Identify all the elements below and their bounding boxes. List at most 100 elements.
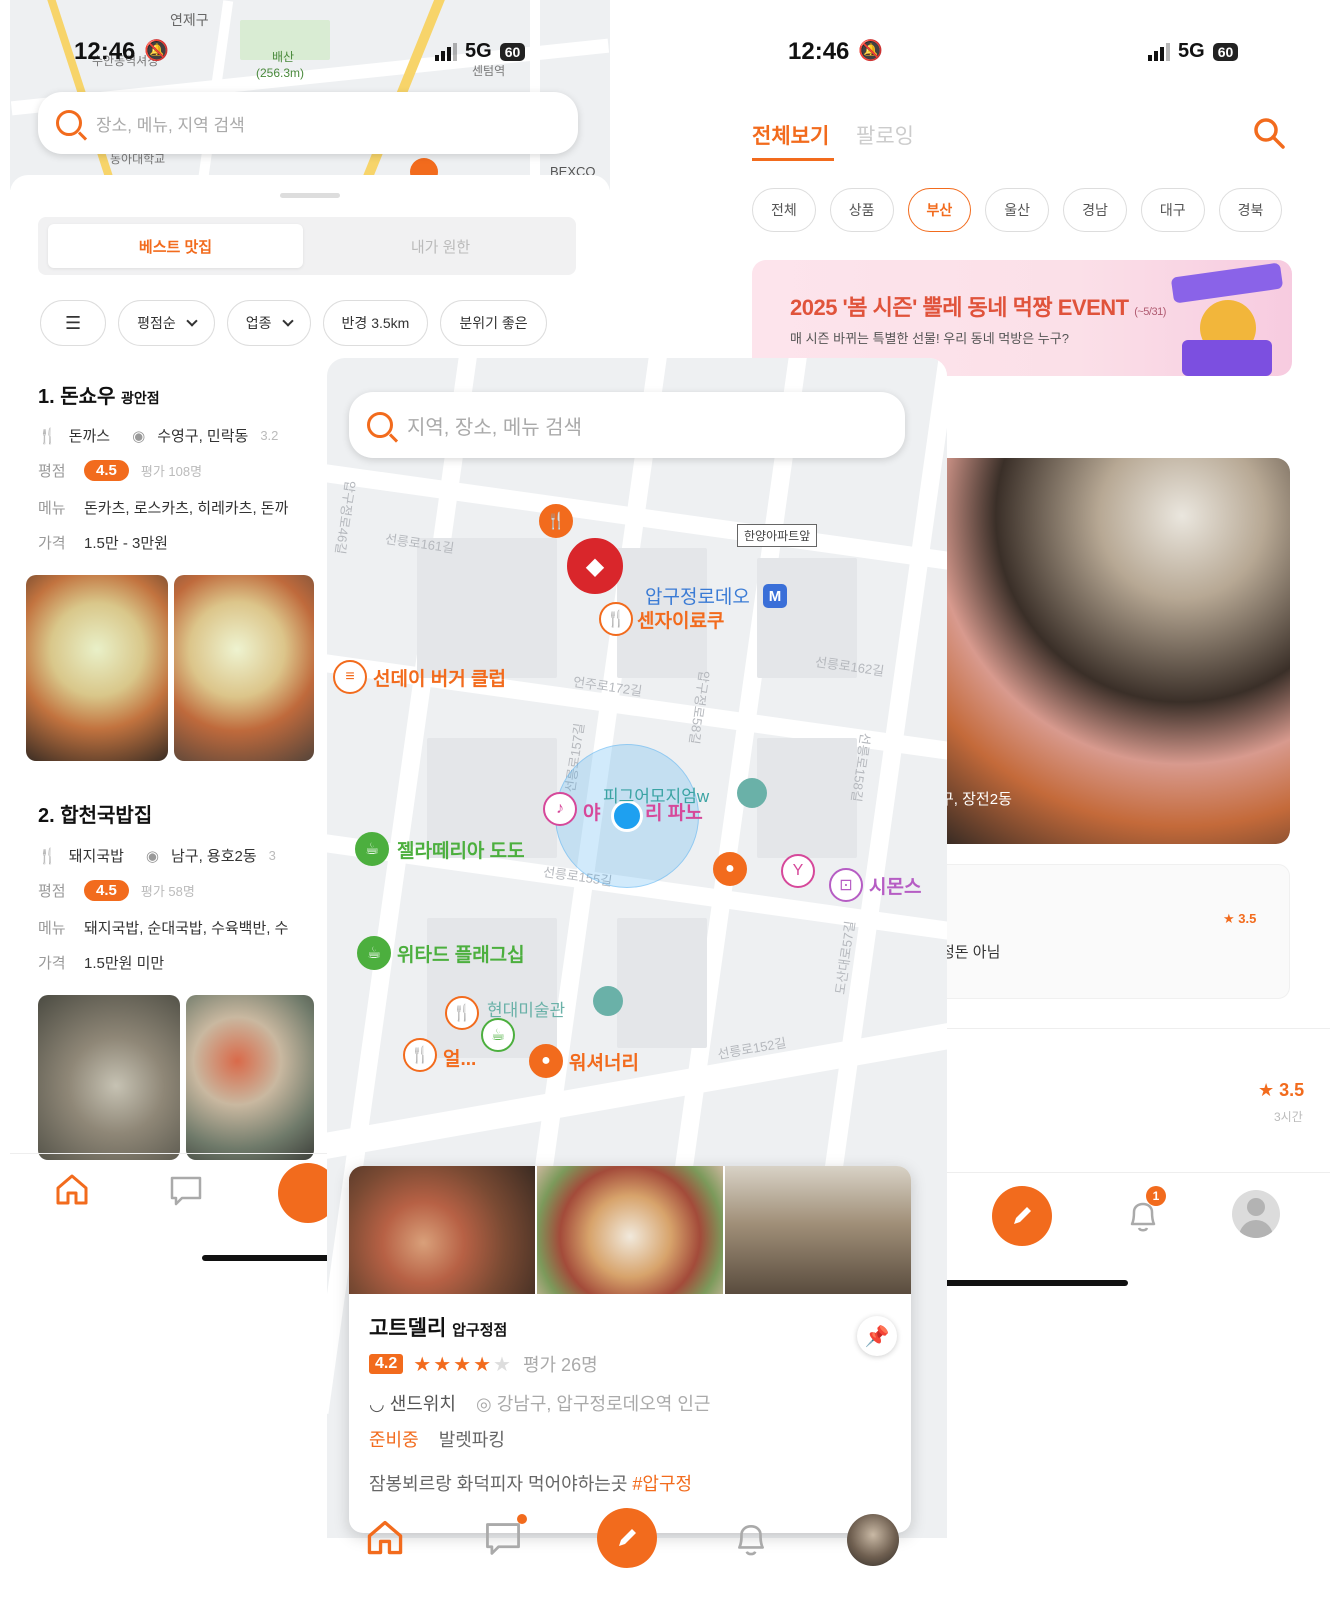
place-branch: 압구정점 [452, 1322, 508, 1339]
chat-icon[interactable] [168, 1174, 204, 1208]
segment-mine[interactable]: 내가 원한 [313, 224, 568, 268]
price-label: 가격 [38, 955, 66, 972]
restaurant-photo[interactable] [174, 575, 314, 761]
price-value: 1.5만원 미만 [84, 955, 165, 972]
restaurant-title: 2. 합천국밥집 [38, 799, 152, 828]
chat-dot-badge [517, 1514, 527, 1524]
place-photo[interactable] [349, 1166, 535, 1294]
segment-best[interactable]: 베스트 맛집 [48, 224, 303, 268]
region-chip[interactable]: 경북 [1218, 188, 1283, 232]
profile-icon[interactable] [1232, 1190, 1280, 1238]
post-photo[interactable]: 구, 장전2동 [930, 458, 1290, 844]
place-photo[interactable] [537, 1166, 723, 1294]
restaurant-pin[interactable]: ● [529, 1044, 563, 1078]
chevron-down-icon [186, 315, 198, 327]
cafe-pin[interactable]: ☕ [357, 936, 391, 970]
home-icon[interactable] [365, 1518, 405, 1556]
place-label: 젤라떼리아 도도 [397, 841, 525, 862]
left-search-bar[interactable]: 장소, 메뉴, 지역 검색 [38, 92, 578, 154]
status-right: 5G 60 [435, 40, 526, 63]
bus-stop-label[interactable]: 한양아파트앞 [737, 524, 818, 547]
restaurant-pin[interactable]: 🍴 [539, 504, 573, 538]
category-dropdown[interactable]: 업종 [226, 300, 311, 346]
location-pin-icon: ◎ [475, 1394, 492, 1414]
restaurant-distance: 3 [268, 848, 276, 863]
gift-base-icon [1182, 340, 1272, 376]
cafe-icon: ☕ [366, 945, 382, 962]
cafe-pin[interactable]: ☕ [481, 1018, 515, 1052]
center-search-bar[interactable]: 지역, 장소, 메뉴 검색 [349, 392, 905, 458]
search-icon[interactable] [1252, 116, 1286, 150]
restaurant-name: 2. 합천국밥집 [38, 805, 153, 827]
signal-icon [435, 42, 457, 61]
restaurant-pin[interactable]: ● [713, 852, 747, 886]
place-photo[interactable] [725, 1166, 911, 1294]
mood-chip[interactable]: 분위기 좋은 [440, 300, 547, 346]
location-pin-icon: ◉ [132, 427, 146, 445]
region-chip[interactable]: 경남 [1063, 188, 1127, 232]
left-map[interactable]: 연제구 배산 (256.3m) 수안동역셔청 센텀역 동아대학교 BEXCO 1… [10, 0, 610, 190]
radius-chip[interactable]: 반경 3.5km [322, 300, 429, 346]
write-button[interactable] [992, 1186, 1052, 1246]
restaurant-photo[interactable] [38, 995, 180, 1160]
review-card[interactable]: ★ 3.5 정돈 아님 [930, 864, 1290, 999]
region-chip[interactable]: 상품 [829, 188, 894, 232]
restaurant-rating-row: 평점 4.5 평가 58명 [38, 880, 195, 901]
selected-restaurant-pin[interactable]: ◆ [567, 538, 623, 594]
home-icon[interactable] [54, 1172, 90, 1206]
burger-pin[interactable]: ≡ [333, 660, 367, 694]
sort-dropdown[interactable]: 평점순 [118, 300, 215, 346]
filter-icon: ☰ [65, 312, 82, 333]
sort-label: 평점순 [137, 315, 176, 331]
restaurant-photo[interactable] [26, 575, 168, 761]
place-hashtag[interactable]: #압구정 [632, 1474, 692, 1494]
write-button[interactable] [597, 1508, 657, 1568]
place-status: 준비중 [369, 1430, 419, 1450]
cafe-pin[interactable]: ☕ [355, 832, 389, 866]
place-card[interactable]: 고트델리 압구정점 📌 4.2 ★★★★★ 평가 26명 ◡ 샌드위치 ◎ 강남… [349, 1166, 911, 1533]
region-chip[interactable]: 울산 [985, 188, 1050, 232]
bar-pin[interactable]: Y [781, 854, 815, 888]
restaurant-photo[interactable] [186, 995, 314, 1160]
fork-knife-icon: 🍴 [38, 427, 57, 445]
tab-following[interactable]: 팔로잉 [856, 120, 914, 150]
restaurant-location: 남구, 용호2동 [170, 848, 257, 865]
region-chip[interactable]: 대구 [1140, 188, 1205, 232]
bowl-icon: ● [541, 1052, 551, 1069]
place-desc-text: 잠봉뵈르랑 화덕피자 먹어야하는곳 [369, 1474, 628, 1494]
restaurant-menu-row: 메뉴 돈카츠, 로스카츠, 히레카츠, 돈까 [38, 497, 288, 518]
bowl-icon: ◆ [585, 552, 605, 580]
museum-icon[interactable] [737, 778, 767, 808]
banner-period: (~5/31) [1134, 306, 1166, 318]
region-chip[interactable]: 전체 [752, 188, 816, 232]
pin-save-button[interactable]: 📌 [857, 1316, 897, 1356]
region-chips: 전체 상품 부산 울산 경남 대구 경북 [752, 188, 1283, 232]
region-chip[interactable]: 부산 [907, 188, 972, 232]
restaurant-pin[interactable]: 🍴 [599, 602, 633, 636]
rating-label: 평점 [38, 883, 66, 900]
bell-icon[interactable] [733, 1520, 769, 1558]
metro-icon: M [763, 584, 787, 608]
pushpin-icon: 📌 [864, 1325, 890, 1348]
place-description: 잠봉뵈르랑 화덕피자 먹어야하는곳 #압구정 [369, 1470, 692, 1496]
bowl-icon: ● [725, 860, 735, 877]
search-icon [56, 110, 82, 136]
star-icon: ★ [1258, 1080, 1280, 1100]
restaurant-meta: 🍴 돈까스 ◉ 수영구, 민락동 3.2 [38, 425, 278, 446]
restaurant-pin[interactable]: 🍴 [445, 996, 479, 1030]
fork-knife-icon: 🍴 [38, 847, 57, 865]
tab-all[interactable]: 전체보기 [752, 120, 829, 150]
fork-knife-icon: 🍴 [546, 513, 566, 530]
profile-avatar[interactable] [847, 1514, 899, 1566]
bar-pin[interactable]: ♪ [543, 792, 577, 826]
filter-settings-button[interactable]: ☰ [40, 300, 107, 346]
menu-value: 돈카츠, 로스카츠, 히레카츠, 돈까 [84, 500, 289, 517]
museum-icon[interactable] [593, 986, 623, 1016]
chat-icon[interactable] [483, 1520, 523, 1558]
restaurant-pin[interactable]: 🍴 [403, 1038, 437, 1072]
place-rating-count: 평가 26명 [522, 1355, 598, 1375]
street-label: 압구정로46길 [332, 479, 358, 556]
shop-pin[interactable]: ⊡ [829, 868, 863, 902]
bowl-icon: ◡ [369, 1394, 385, 1414]
sheet-grabber[interactable] [280, 193, 340, 198]
